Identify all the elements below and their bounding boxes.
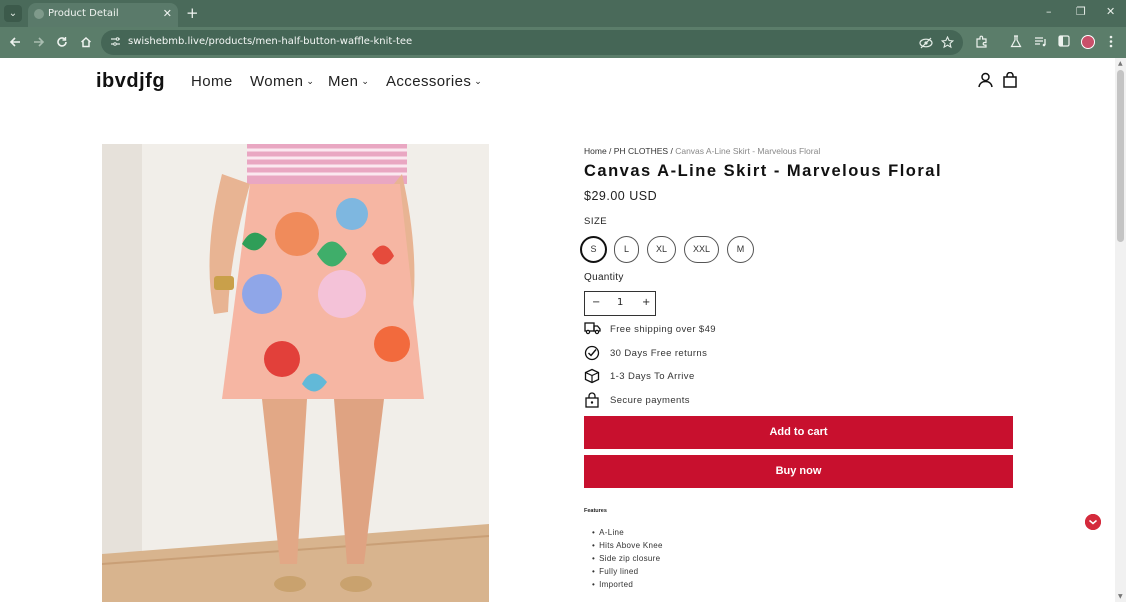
perk-text: Secure payments	[610, 395, 690, 406]
nav-home[interactable]: Home	[191, 73, 233, 90]
add-to-cart-button[interactable]: Add to cart	[584, 416, 1013, 449]
breadcrumb-category[interactable]: PH CLOTHES	[614, 146, 668, 156]
browser-menu-icon[interactable]	[1109, 35, 1113, 48]
breadcrumb-home[interactable]: Home	[584, 146, 607, 156]
nav-accessories-label: Accessories	[386, 73, 472, 90]
store-page: ibvdjfg Home Women⌄ Men⌄ Accessories⌄	[0, 58, 1115, 602]
features-list: A-Line Hits Above Knee Side zip closure …	[599, 528, 663, 593]
chevron-down-icon: ⌄	[361, 76, 370, 86]
nav-men-label: Men	[328, 73, 359, 90]
quantity-increase-button[interactable]: +	[642, 297, 650, 308]
tab-close-icon[interactable]: ✕	[163, 7, 172, 20]
list-item: Fully lined	[599, 567, 663, 580]
truck-icon	[584, 322, 601, 335]
cart-bag-icon[interactable]	[1003, 72, 1017, 88]
lock-icon	[585, 392, 599, 408]
eye-off-icon[interactable]	[919, 37, 933, 49]
minimize-window-button[interactable]: –	[1046, 5, 1052, 18]
nav-accessories[interactable]: Accessories ⌄	[386, 73, 482, 90]
product-image[interactable]	[102, 144, 489, 602]
home-icon[interactable]	[80, 36, 92, 48]
close-window-button[interactable]: ✕	[1106, 5, 1115, 18]
list-item: Imported	[599, 580, 663, 593]
bookmark-star-icon[interactable]	[941, 36, 954, 49]
browser-tab-active[interactable]: Product Detail ✕	[28, 3, 178, 27]
nav-home-label: Home	[191, 73, 233, 90]
tab-title: Product Detail	[48, 8, 119, 19]
browser-toolbar: swishebmb.live/products/men-half-button-…	[0, 27, 1126, 58]
box-icon	[584, 368, 600, 384]
back-arrow-icon[interactable]	[9, 36, 21, 48]
breadcrumb-separator: /	[606, 146, 614, 156]
perk-text: Free shipping over $49	[610, 324, 716, 335]
product-price: $29.00 USD	[584, 189, 658, 203]
new-tab-button[interactable]: +	[186, 4, 199, 22]
extensions-puzzle-icon[interactable]	[975, 35, 988, 48]
labs-flask-icon[interactable]	[1010, 35, 1022, 48]
features-heading: Features	[584, 508, 607, 514]
account-user-icon[interactable]	[978, 72, 993, 88]
product-title: Canvas A-Line Skirt - Marvelous Floral	[584, 162, 943, 180]
nav-women-label: Women	[250, 73, 304, 90]
restore-window-button[interactable]: ❐	[1076, 5, 1086, 18]
reload-icon[interactable]	[56, 36, 68, 48]
check-circle-icon	[584, 345, 600, 361]
chevron-down-icon: ⌄	[474, 76, 483, 86]
product-photo	[102, 144, 489, 602]
forward-arrow-icon[interactable]	[33, 36, 45, 48]
quantity-label: Quantity	[584, 272, 624, 283]
chat-bubble-icon	[1085, 514, 1101, 530]
size-label: SIZE	[584, 216, 608, 227]
scroll-down-arrow-icon[interactable]: ▼	[1118, 593, 1123, 600]
store-logo[interactable]: ibvdjfg	[96, 70, 165, 93]
tab-favicon-icon	[34, 9, 44, 19]
tab-search-dropdown[interactable]: ⌄	[4, 5, 22, 22]
list-item: Hits Above Knee	[599, 541, 663, 554]
chevron-down-icon: ⌄	[306, 76, 315, 86]
url-text[interactable]: swishebmb.live/products/men-half-button-…	[128, 36, 412, 47]
quantity-stepper: − 1 +	[584, 291, 656, 316]
buy-now-button[interactable]: Buy now	[584, 455, 1013, 488]
size-option-s[interactable]: S	[580, 236, 607, 263]
side-panel-icon[interactable]	[1058, 35, 1070, 47]
media-controls-icon[interactable]	[1034, 36, 1047, 47]
breadcrumb-current: Canvas A-Line Skirt - Marvelous Floral	[675, 146, 821, 156]
perk-text: 30 Days Free returns	[610, 348, 708, 359]
quantity-input[interactable]: 1	[617, 297, 623, 308]
site-info-icon[interactable]	[110, 36, 121, 47]
nav-men[interactable]: Men ⌄	[328, 73, 369, 90]
nav-women[interactable]: Women ⌄	[250, 73, 314, 90]
size-option-m[interactable]: M	[727, 236, 754, 263]
scrollbar-thumb[interactable]	[1117, 70, 1124, 242]
list-item: Side zip closure	[599, 554, 663, 567]
browser-tab-bar: ⌄ Product Detail ✕ + – ❐ ✕	[0, 0, 1126, 27]
quantity-decrease-button[interactable]: −	[592, 297, 600, 308]
size-option-xxl[interactable]: XXL	[684, 236, 719, 263]
breadcrumb: Home / PH CLOTHES / Canvas A-Line Skirt …	[584, 146, 820, 156]
perk-text: 1-3 Days To Arrive	[610, 371, 695, 382]
size-option-l[interactable]: L	[614, 236, 639, 263]
address-bar[interactable]: swishebmb.live/products/men-half-button-…	[101, 30, 963, 55]
scroll-up-arrow-icon[interactable]: ▲	[1118, 60, 1123, 67]
profile-avatar[interactable]	[1081, 35, 1095, 49]
page-scrollbar[interactable]: ▲ ▼	[1115, 58, 1126, 602]
size-option-xl[interactable]: XL	[647, 236, 676, 263]
chat-widget-icon[interactable]	[1085, 514, 1101, 530]
list-item: A-Line	[599, 528, 663, 541]
